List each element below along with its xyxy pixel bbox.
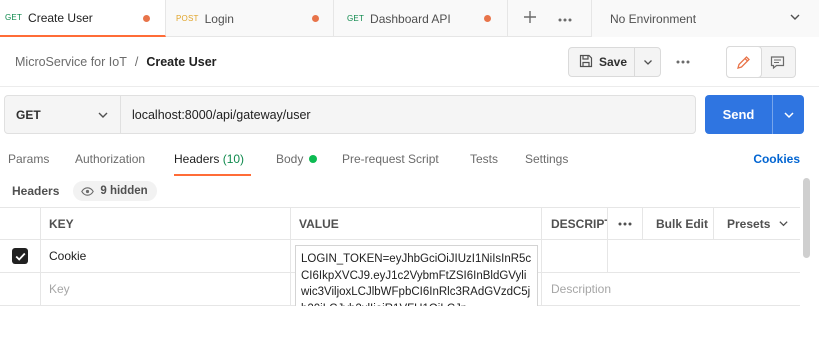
header-description-field[interactable] (542, 240, 608, 272)
tab-headers[interactable]: Headers (10) (174, 152, 244, 166)
value-column-header: VALUE (291, 208, 542, 239)
http-method-value: GET (16, 107, 41, 122)
tab-pre-request-script[interactable]: Pre-request Script (342, 152, 439, 166)
headers-section-header: Headers 9 hidden (12, 181, 157, 201)
save-disk-icon (579, 54, 593, 71)
tab-body[interactable]: Body (276, 152, 318, 166)
request-url-bar: GET localhost:8000/api/gateway/user (4, 95, 696, 134)
tab-title: Create User (28, 10, 93, 25)
tab-method-label: GET (347, 14, 365, 23)
unsaved-dot-icon (143, 15, 150, 22)
tab-body-label: Body (276, 152, 304, 166)
request-tab-login[interactable]: POST Login (166, 0, 334, 37)
environment-label: No Environment (610, 11, 697, 26)
header-key-field[interactable]: Cookie (41, 240, 291, 272)
http-method-select[interactable]: GET (5, 96, 121, 133)
tab-headers-label: Headers (174, 152, 220, 166)
url-input[interactable]: localhost:8000/api/gateway/user (121, 96, 695, 133)
save-button-group: Save (568, 47, 661, 77)
edit-mode-pencil-icon[interactable] (726, 46, 762, 78)
breadcrumb-collection[interactable]: MicroService for IoT (15, 55, 127, 69)
tab-authorization[interactable]: Authorization (75, 152, 145, 166)
request-tab-dashboard-api[interactable]: GET Dashboard API (334, 0, 508, 37)
new-row-checkbox-spacer (0, 273, 41, 305)
save-button[interactable]: Save (569, 48, 635, 76)
new-tab-plus-icon[interactable] (520, 8, 540, 28)
new-description-input[interactable]: Description (542, 273, 755, 305)
request-tab-strip: GET Create User POST Login GET Dashboard… (0, 0, 819, 37)
headers-count-badge: (10) (222, 152, 245, 166)
request-config-tabs: Params Authorization Headers (10) Body P… (0, 146, 819, 176)
hidden-headers-toggle[interactable]: 9 hidden (73, 181, 157, 201)
presets-dropdown[interactable]: Presets (714, 208, 800, 239)
unsaved-dot-icon (484, 15, 491, 22)
key-column-header: KEY (41, 208, 291, 239)
row-spacer (714, 240, 800, 272)
select-column-header (0, 208, 41, 239)
eye-icon (81, 186, 95, 196)
chevron-down-icon (97, 109, 109, 124)
documentation-comment-icon[interactable] (761, 47, 796, 77)
breadcrumb-separator: / (134, 55, 139, 69)
save-button-label: Save (599, 55, 628, 69)
row-spacer (608, 240, 643, 272)
tab-method-label: POST (176, 14, 199, 23)
new-key-input[interactable]: Key (41, 273, 291, 305)
header-value-editor[interactable]: LOGIN_TOKEN=eyJhbGciOiJIUzI1NiIsInR5cCI6… (295, 245, 538, 306)
body-status-dot-icon (309, 155, 318, 163)
scrollbar-thumb[interactable] (803, 178, 810, 258)
breadcrumb-request-name[interactable]: Create User (146, 55, 216, 69)
checkbox-checked-icon (12, 248, 28, 264)
send-options-chevron-icon[interactable] (773, 95, 804, 134)
chevron-down-icon (789, 11, 801, 26)
request-more-icon[interactable] (676, 53, 690, 67)
save-options-chevron-icon[interactable] (635, 57, 660, 67)
tab-title: Login (204, 11, 234, 26)
request-header-bar: MicroService for IoT / Create User Save (0, 37, 819, 87)
tab-params[interactable]: Params (8, 152, 49, 166)
column-options-more-icon[interactable] (608, 208, 643, 239)
environment-selector[interactable]: No Environment (591, 0, 819, 37)
unsaved-dot-icon (312, 15, 319, 22)
tab-title: Dashboard API (370, 11, 451, 26)
tab-options-more-icon[interactable] (555, 8, 575, 28)
tab-method-label: GET (5, 13, 23, 22)
tab-settings[interactable]: Settings (525, 152, 568, 166)
hidden-headers-count: 9 hidden (100, 185, 148, 197)
chevron-down-icon (778, 218, 789, 229)
cookies-link[interactable]: Cookies (753, 152, 800, 166)
send-button-group: Send (705, 95, 804, 134)
table-header-row: KEY VALUE DESCRIPTION Bulk Edit Presets (0, 207, 800, 240)
row-enabled-checkbox[interactable] (0, 240, 41, 272)
presets-label: Presets (727, 216, 771, 231)
view-mode-toggle (726, 46, 796, 78)
description-column-header: DESCRIPTION (542, 208, 608, 239)
breadcrumb: MicroService for IoT / Create User (15, 55, 217, 69)
bulk-edit-button[interactable]: Bulk Edit (643, 208, 714, 239)
tab-tests[interactable]: Tests (470, 152, 498, 166)
send-button[interactable]: Send (705, 95, 773, 134)
headers-section-title: Headers (12, 184, 60, 198)
request-tab-create-user[interactable]: GET Create User (0, 0, 166, 37)
row-spacer (643, 240, 714, 272)
active-tab-indicator (174, 174, 251, 176)
